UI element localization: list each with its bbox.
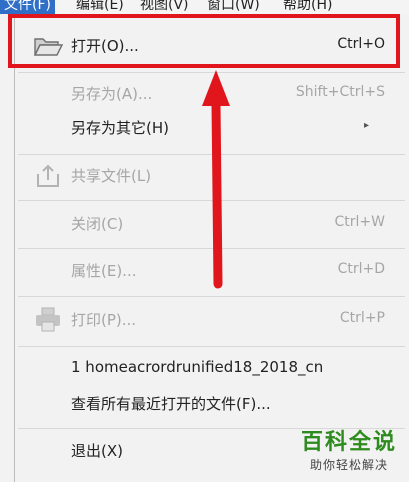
menu-item-shortcut: Ctrl+P — [339, 310, 385, 326]
menu-item-shortcut: Ctrl+D — [337, 261, 385, 277]
share-icon — [32, 162, 64, 190]
menu-help[interactable]: 帮助(H) — [283, 0, 332, 14]
menu-item-view-all-recent[interactable]: 查看所有最近打开的文件(F)... — [14, 388, 409, 420]
highlight-box — [8, 14, 400, 68]
menu-item-label: 打印(P)... — [71, 311, 137, 329]
menu-item-label: 另存为其它(H) — [71, 119, 169, 137]
menu-item-print[interactable]: 打印(P)... Ctrl+P — [14, 304, 409, 336]
menu-item-shortcut: Shift+Ctrl+S — [295, 84, 385, 100]
watermark-subtitle: 助你轻松解决 — [309, 458, 388, 472]
watermark-logo: 百科全说 助你轻松解决 — [301, 424, 397, 473]
submenu-arrow-icon: ▸ — [363, 120, 369, 131]
menu-edit[interactable]: 编辑(E) — [76, 0, 124, 14]
menu-item-label: 1 homeacrordrunified18_2018_cn — [71, 358, 324, 376]
menu-item-label: 共享文件(L) — [71, 167, 152, 185]
menu-item-label: 关闭(C) — [71, 215, 124, 233]
menu-separator — [18, 346, 405, 347]
menu-window[interactable]: 窗口(W) — [207, 0, 260, 14]
menu-item-recent-file[interactable]: 1 homeacrordrunified18_2018_cn — [14, 353, 409, 385]
annotation-arrow-icon — [202, 70, 230, 289]
menu-item-label: 另存为(A)... — [71, 85, 153, 103]
menu-item-label: 退出(X) — [71, 442, 123, 460]
menu-bar: 文件(F) 编辑(E) 视图(V) 窗口(W) 帮助(H) — [0, 0, 409, 14]
menu-file[interactable]: 文件(F) — [0, 0, 55, 14]
menu-view[interactable]: 视图(V) — [140, 0, 189, 14]
menu-item-label: 属性(E)... — [71, 262, 137, 280]
menu-item-label: 查看所有最近打开的文件(F)... — [71, 395, 271, 413]
printer-icon — [32, 306, 64, 334]
menu-separator — [18, 296, 405, 297]
watermark-title: 百科全说 — [300, 430, 397, 455]
menu-item-shortcut: Ctrl+W — [334, 214, 385, 230]
